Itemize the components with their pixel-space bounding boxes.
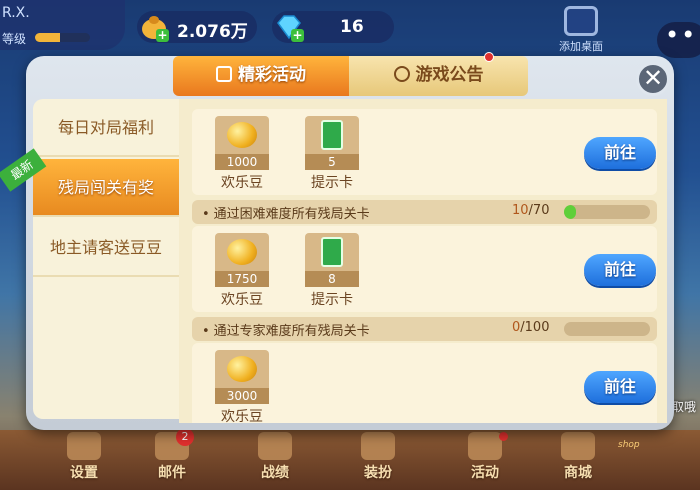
reward-item-bean: 3000 欢乐豆: [212, 350, 272, 423]
nav-label: 战绩: [261, 465, 289, 481]
nav-item-shop-cart[interactable]: 商城: [548, 432, 608, 488]
reward-qty: 3000: [215, 388, 269, 404]
reward-qty: 8: [305, 271, 359, 287]
hint-card-icon: [321, 120, 343, 150]
side-hint-text: 取哦: [672, 400, 697, 414]
user-name: R.X.: [2, 5, 30, 21]
coin-counter[interactable]: + 2.076万: [137, 11, 257, 43]
nav-item-activity-gift[interactable]: 活动: [455, 432, 515, 488]
bean-icon: [227, 122, 257, 148]
task-row-expert: 通过专家难度所有残局关卡 0/100: [192, 317, 657, 341]
task-progress-bar: [564, 322, 650, 336]
reward-row: 1000 欢乐豆 5 提示卡 前往: [192, 109, 657, 195]
nav-item-settings[interactable]: 设置: [54, 432, 114, 488]
add-diamonds-icon[interactable]: +: [291, 29, 304, 42]
task-progress-bar: [564, 205, 650, 219]
tab-label: 精彩活动: [238, 65, 306, 85]
sidebar-item-label: 每日对局福利: [57, 118, 154, 137]
nav-label: 装扮: [364, 465, 392, 481]
add-desktop-icon: [564, 6, 598, 36]
reward-qty: 1750: [215, 271, 269, 287]
trophy-icon: [258, 432, 292, 460]
more-options-icon[interactable]: •••: [657, 22, 700, 58]
dialog-tabs: 精彩活动 游戏公告: [173, 56, 528, 96]
sidebar-item-endgame-challenge[interactable]: 残局闯关有奖: [33, 159, 179, 217]
reward-name: 欢乐豆: [221, 292, 263, 308]
notification-dot: [484, 52, 494, 62]
user-info-panel[interactable]: R.X. 等级: [0, 0, 125, 50]
level-progress-bar: [35, 33, 90, 42]
outfit-icon: [361, 432, 395, 460]
task-row-hard: 通过困难难度所有残局关卡 10/70: [192, 200, 657, 224]
gift-icon: [216, 66, 232, 82]
nav-label: 设置: [70, 465, 98, 481]
diamond-counter[interactable]: + 16: [272, 11, 394, 43]
reward-name: 提示卡: [311, 175, 353, 191]
reward-item-hint-card: 8 提示卡: [302, 233, 362, 309]
reward-name: 欢乐豆: [221, 409, 263, 423]
reward-qty: 1000: [215, 154, 269, 170]
tab-featured-activities[interactable]: 精彩活动: [173, 56, 349, 96]
level-label: 等级: [2, 32, 27, 46]
activity-sidebar: 每日对局福利 残局闯关有奖 地主请客送豆豆: [33, 99, 179, 419]
nav-item-mail[interactable]: 邮件 2: [142, 428, 202, 488]
hint-card-icon: [321, 237, 343, 267]
bean-icon: [227, 356, 257, 382]
go-button[interactable]: 前往: [584, 254, 656, 286]
notification-dot: [499, 432, 508, 441]
nav-item-outfit[interactable]: 装扮: [348, 432, 408, 488]
bean-icon: [227, 239, 257, 265]
unread-badge: 2: [176, 428, 194, 446]
reward-item-bean: 1000 欢乐豆: [212, 116, 272, 192]
sidebar-item-label: 残局闯关有奖: [57, 178, 154, 197]
shop-cart-icon: [561, 432, 595, 460]
go-button[interactable]: 前往: [584, 371, 656, 403]
nav-label: 邮件: [158, 465, 186, 481]
reward-name: 提示卡: [311, 292, 353, 308]
coin-value: 2.076万: [177, 22, 248, 42]
add-to-desktop-button[interactable]: 添加桌面: [553, 6, 609, 58]
task-description: 通过困难难度所有残局关卡: [202, 203, 370, 222]
reward-row: 3000 欢乐豆 前往: [192, 343, 657, 423]
diamond-value: 16: [340, 17, 364, 37]
reward-name: 欢乐豆: [221, 175, 263, 191]
sidebar-item-daily-match-bonus[interactable]: 每日对局福利: [33, 99, 179, 157]
add-coins-icon[interactable]: +: [156, 29, 169, 42]
go-button[interactable]: 前往: [584, 137, 656, 169]
nav-label: 商城: [564, 465, 592, 481]
reward-list[interactable]: 1000 欢乐豆 5 提示卡 前往 通过困难难度所有残局关卡 10/70 175…: [179, 99, 667, 423]
close-button[interactable]: ✕: [636, 62, 670, 96]
activity-gift-icon: [468, 432, 502, 460]
shop-tag: shop: [618, 440, 640, 450]
reward-qty: 5: [305, 154, 359, 170]
speaker-icon: [393, 66, 410, 82]
tab-label: 游戏公告: [415, 65, 484, 85]
add-to-desktop-label: 添加桌面: [559, 40, 603, 53]
sidebar-item-landlord-treat[interactable]: 地主请客送豆豆: [33, 219, 179, 277]
nav-item-trophy[interactable]: 战绩: [245, 432, 305, 488]
task-progress-text: 10/70: [512, 203, 550, 218]
nav-label: 活动: [471, 465, 499, 481]
reward-row: 1750 欢乐豆 8 提示卡 前往: [192, 226, 657, 312]
task-description: 通过专家难度所有残局关卡: [202, 320, 370, 339]
sidebar-item-label: 地主请客送豆豆: [49, 238, 162, 257]
reward-item-bean: 1750 欢乐豆: [212, 233, 272, 309]
task-progress-text: 0/100: [512, 320, 550, 335]
tab-game-announcements[interactable]: 游戏公告: [349, 56, 528, 96]
reward-item-hint-card: 5 提示卡: [302, 116, 362, 192]
settings-icon: [67, 432, 101, 460]
